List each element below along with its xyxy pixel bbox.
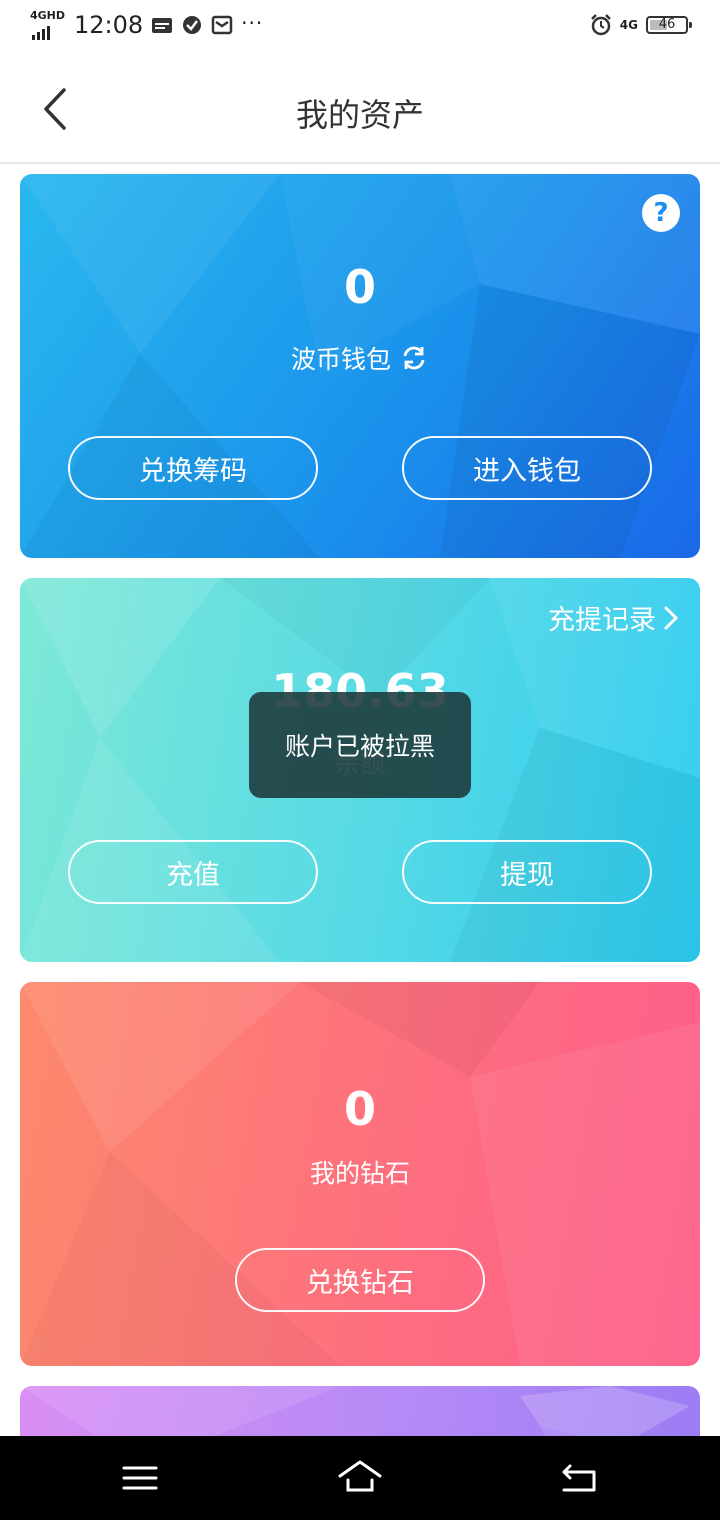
check-circle-icon <box>183 16 202 34</box>
page-title: 我的资产 <box>295 96 424 134</box>
records-link[interactable]: 充提记录 <box>548 598 680 637</box>
records-label: 充提记录 <box>548 605 656 636</box>
clock: 12:08 <box>74 11 144 39</box>
recharge-button[interactable]: 充值 <box>68 840 318 904</box>
question-icon[interactable]: ? <box>642 194 680 232</box>
network-label: 4GHD <box>30 9 66 22</box>
mail-icon <box>211 15 233 35</box>
battery-icon: 46 <box>646 16 692 34</box>
alarm-icon <box>590 14 611 36</box>
menu-icon[interactable] <box>116 1454 164 1502</box>
status-bar: 4GHD 12:08 ··· 4G 46 <box>0 0 720 56</box>
wallet-label-row: 波币钱包 <box>20 340 700 376</box>
chevron-right-icon <box>664 606 679 629</box>
system-nav-bar <box>0 1436 720 1520</box>
battery-level: 46 <box>658 17 676 32</box>
exchange-diamonds-button[interactable]: 兑换钻石 <box>235 1248 485 1312</box>
network-4g-label: 4G <box>619 18 638 32</box>
wallet-amount: 0 <box>343 260 376 314</box>
diamond-card: 0 我的钻石 兑换钻石 <box>20 982 700 1366</box>
enter-wallet-button[interactable]: 进入钱包 <box>402 436 652 500</box>
diamond-label: 我的钻石 <box>309 1159 410 1188</box>
diamond-amount: 0 <box>343 1082 376 1136</box>
refresh-icon[interactable] <box>399 343 429 373</box>
exchange-chips-button[interactable]: 兑换筹码 <box>68 436 318 500</box>
notification-card-icon <box>152 18 173 33</box>
home-icon[interactable] <box>336 1454 384 1502</box>
wallet-label: 波币钱包 <box>290 345 391 374</box>
toast-message: 账户已被拉黑 <box>249 692 471 798</box>
app-header: 我的资产 <box>0 56 720 164</box>
withdraw-button[interactable]: 提现 <box>402 840 652 904</box>
wallet-card: ? 0 波币钱包 兑换筹码 进入钱包 <box>20 174 700 558</box>
more-notifications: ··· <box>241 11 264 35</box>
signal-icon: 4GHD <box>30 10 66 40</box>
return-icon[interactable] <box>556 1454 604 1502</box>
